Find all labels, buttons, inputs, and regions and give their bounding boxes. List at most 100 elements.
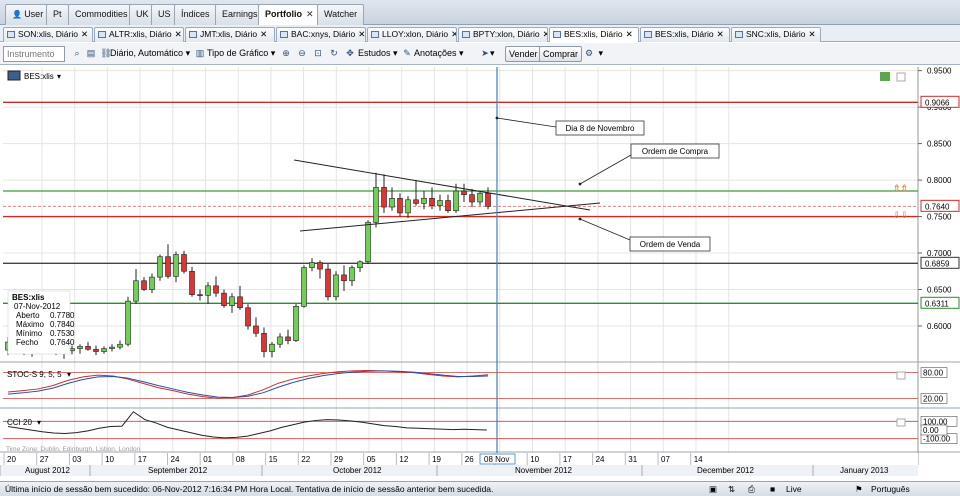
- candle-body[interactable]: [421, 198, 427, 204]
- printer-icon[interactable]: ⎙: [748, 482, 755, 496]
- candle-body[interactable]: [213, 285, 219, 294]
- close-icon[interactable]: ✕: [306, 9, 314, 19]
- chart-area[interactable]: 0.95000.90000.85000.80000.75000.70000.65…: [0, 65, 960, 481]
- candle-body[interactable]: [237, 296, 243, 309]
- candle-body[interactable]: [197, 294, 203, 296]
- candle-body[interactable]: [285, 336, 291, 341]
- candle-body[interactable]: [373, 187, 379, 223]
- reset-zoom-icon[interactable]: ↻: [327, 46, 341, 62]
- candle-body[interactable]: [229, 296, 235, 306]
- instrument-tab[interactable]: SON:xlis, Diário ✕: [3, 27, 93, 42]
- candle-body[interactable]: [277, 336, 283, 345]
- alerts-icon[interactable]: ⚙ ▾: [582, 46, 603, 62]
- tab-commodities[interactable]: Commodities: [68, 4, 135, 25]
- candle-body[interactable]: [341, 274, 347, 282]
- candle-body[interactable]: [445, 200, 451, 212]
- candle-body[interactable]: [317, 262, 323, 270]
- zoom-area-icon[interactable]: ⊡: [311, 46, 325, 62]
- instrument-tab[interactable]: LLOY:xlon, Diário✕: [367, 27, 457, 42]
- candle-body[interactable]: [125, 300, 131, 345]
- candle-body[interactable]: [117, 343, 123, 348]
- candle-body[interactable]: [261, 332, 267, 352]
- tab-pt[interactable]: Pt: [46, 4, 69, 25]
- candle-body[interactable]: [85, 346, 91, 350]
- close-icon[interactable]: ✕: [260, 29, 267, 39]
- candle-body[interactable]: [413, 199, 419, 204]
- candle-body[interactable]: [221, 292, 227, 306]
- instrument-tab[interactable]: BAC:xnys, Diário ✕: [276, 27, 366, 42]
- candle-body[interactable]: [349, 267, 355, 282]
- candle-body[interactable]: [101, 348, 107, 352]
- maximize-icon[interactable]: [896, 418, 906, 427]
- candle-body[interactable]: [333, 274, 339, 298]
- candle-body[interactable]: [293, 305, 299, 341]
- candle-body[interactable]: [141, 280, 147, 290]
- candle-body[interactable]: [325, 268, 331, 298]
- candle-body[interactable]: [181, 254, 187, 272]
- close-icon[interactable]: ✕: [81, 29, 88, 39]
- sell-button[interactable]: Vender: [505, 46, 542, 62]
- zoom-in-icon[interactable]: ⊕: [279, 46, 293, 62]
- candle-body[interactable]: [157, 256, 163, 278]
- instrument-tab[interactable]: BES:xlis, Diário ✕: [549, 27, 639, 42]
- chart-settings-icon[interactable]: ▤: [84, 46, 98, 62]
- annotations-dropdown[interactable]: ✎ Anotações ▾: [400, 46, 463, 62]
- candle-body[interactable]: [405, 199, 411, 214]
- maximize-icon[interactable]: [896, 371, 906, 380]
- candle-body[interactable]: [357, 261, 363, 268]
- candle-body[interactable]: [93, 349, 99, 352]
- candle-body[interactable]: [149, 276, 155, 290]
- candle-body[interactable]: [189, 270, 195, 295]
- instrument-tab[interactable]: BPTY:xlon, Diário✕: [458, 27, 548, 42]
- candle-body[interactable]: [173, 254, 179, 277]
- close-icon[interactable]: ✕: [626, 29, 633, 39]
- instrument-input[interactable]: Instrumento: [3, 46, 65, 62]
- tab-watcher[interactable]: Watcher: [317, 4, 365, 25]
- instrument-search-icon[interactable]: ⌕: [70, 46, 84, 62]
- interval-dropdown[interactable]: Diário, Automático ▾: [110, 46, 190, 62]
- candle-body[interactable]: [165, 256, 171, 277]
- candle-body[interactable]: [309, 262, 315, 268]
- move-icon[interactable]: ✥: [343, 46, 357, 62]
- instrument-tab[interactable]: JMT:xlis, Diário ✕: [185, 27, 275, 42]
- trend-icon[interactable]: [880, 72, 890, 81]
- tab-ndices[interactable]: Índices: [174, 4, 217, 25]
- candle-body[interactable]: [429, 198, 435, 206]
- candle-body[interactable]: [269, 343, 275, 352]
- candle-body[interactable]: [453, 190, 459, 212]
- screen-icon[interactable]: ▣: [709, 482, 717, 496]
- zoom-out-icon[interactable]: ⊖: [295, 46, 309, 62]
- candle-body[interactable]: [477, 192, 483, 203]
- tab-user[interactable]: 👤 User: [5, 4, 51, 25]
- instrument-tab[interactable]: ALTR:xlis, Diário ✕: [94, 27, 184, 42]
- close-icon[interactable]: ✕: [543, 29, 547, 39]
- network-icon[interactable]: ⇅: [728, 482, 735, 496]
- close-icon[interactable]: ✕: [175, 29, 182, 39]
- maximize-icon[interactable]: [896, 72, 906, 82]
- candle-body[interactable]: [109, 346, 115, 349]
- candle-body[interactable]: [389, 198, 395, 208]
- candle-body[interactable]: [469, 194, 475, 203]
- tab-portfolio[interactable]: Portfolio ✕: [258, 4, 321, 26]
- close-icon[interactable]: ✕: [451, 29, 456, 39]
- candle-body[interactable]: [205, 285, 211, 296]
- candle-body[interactable]: [461, 190, 467, 195]
- studies-dropdown[interactable]: Estudos ▾: [358, 46, 398, 62]
- candle-body[interactable]: [245, 307, 251, 327]
- candle-body[interactable]: [253, 325, 259, 334]
- instrument-tab[interactable]: SNC:xlis, Diário ✕: [731, 27, 821, 42]
- candle-body[interactable]: [437, 200, 443, 206]
- candle-body[interactable]: [77, 346, 83, 349]
- candle-body[interactable]: [365, 222, 371, 263]
- candle-body[interactable]: [397, 198, 403, 214]
- close-icon[interactable]: ✕: [358, 29, 365, 39]
- candle-body[interactable]: [485, 192, 491, 207]
- cursor-dropdown-icon[interactable]: ▾: [490, 46, 495, 62]
- candle-body[interactable]: [301, 267, 307, 307]
- instrument-tab[interactable]: BES:xlis, Diário ✕: [640, 27, 730, 42]
- candle-body[interactable]: [381, 187, 387, 208]
- close-icon[interactable]: ✕: [809, 29, 816, 39]
- candle-body[interactable]: [133, 280, 139, 302]
- buy-button[interactable]: Comprar: [539, 46, 583, 62]
- chart-type-dropdown[interactable]: ▥ Tipo de Gráfico ▾: [193, 46, 276, 62]
